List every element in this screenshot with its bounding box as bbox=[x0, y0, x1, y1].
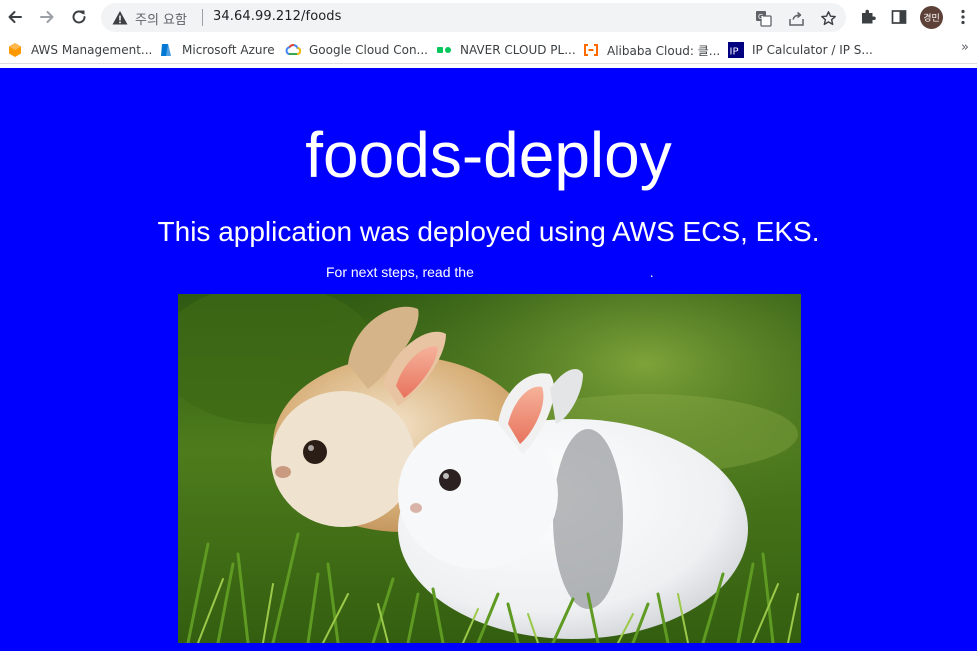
next-steps-suffix: . bbox=[649, 264, 654, 280]
profile-avatar[interactable]: 경민 bbox=[920, 6, 943, 29]
side-panel-icon bbox=[891, 10, 907, 24]
address-divider bbox=[202, 9, 203, 26]
star-icon bbox=[820, 10, 836, 25]
bookmark-naver-cloud[interactable]: NAVER CLOUD PL... bbox=[436, 40, 576, 60]
naver-cloud-icon bbox=[436, 42, 452, 58]
side-panel-button[interactable] bbox=[888, 6, 910, 28]
bookmark-label: Microsoft Azure bbox=[182, 43, 275, 57]
bookmark-azure[interactable]: Microsoft Azure bbox=[158, 40, 275, 60]
security-status-label[interactable]: 주의 요함 bbox=[135, 9, 187, 28]
svg-text:G: G bbox=[758, 13, 763, 21]
puzzle-icon bbox=[862, 9, 876, 24]
google-cloud-icon bbox=[285, 42, 301, 58]
next-steps-link[interactable] bbox=[478, 264, 650, 280]
share-icon bbox=[788, 11, 804, 26]
page-content: foods-deploy This application was deploy… bbox=[0, 68, 977, 651]
bookmark-aws[interactable]: AWS Management... bbox=[7, 40, 152, 60]
bookmark-google-cloud[interactable]: Google Cloud Con... bbox=[285, 40, 428, 60]
forward-button[interactable] bbox=[35, 5, 59, 29]
forward-arrow-icon bbox=[40, 11, 54, 23]
bookmark-alibaba-cloud[interactable]: Alibaba Cloud: 클... bbox=[583, 40, 720, 60]
bookmark-label: Google Cloud Con... bbox=[309, 43, 428, 57]
alibaba-cloud-icon bbox=[583, 42, 599, 58]
page-title: foods-deploy bbox=[305, 119, 672, 191]
browser-menu-button[interactable] bbox=[952, 6, 974, 28]
bookmark-label: NAVER CLOUD PL... bbox=[460, 43, 576, 57]
bookmark-label: AWS Management... bbox=[31, 43, 153, 57]
url-text[interactable]: 34.64.99.212/foods bbox=[213, 9, 342, 24]
bookmark-label: IP Calculator / IP S... bbox=[752, 43, 873, 57]
back-arrow-icon bbox=[8, 11, 22, 23]
bookmark-star-button[interactable] bbox=[818, 8, 838, 28]
reload-icon bbox=[72, 10, 86, 24]
share-button[interactable] bbox=[786, 8, 806, 28]
bookmarks-bar: AWS Management... Microsoft Azure Google… bbox=[0, 35, 977, 64]
address-bar[interactable]: 주의 요함 34.64.99.212/foods G bbox=[101, 3, 846, 32]
extensions-button[interactable] bbox=[857, 6, 879, 28]
svg-text:IP: IP bbox=[730, 47, 739, 58]
translate-icon: G bbox=[755, 10, 772, 27]
browser-toolbar: 주의 요함 34.64.99.212/foods G 경민 bbox=[0, 0, 977, 35]
translate-button[interactable]: G bbox=[753, 8, 773, 28]
ip-calculator-icon: IP bbox=[728, 42, 744, 58]
rabbits-photo bbox=[178, 294, 801, 643]
next-steps-text: For next steps, read the . bbox=[326, 264, 654, 280]
aws-icon bbox=[7, 42, 23, 58]
page-subtitle: This application was deployed using AWS … bbox=[157, 216, 820, 247]
warning-triangle-icon bbox=[112, 11, 128, 25]
bookmark-ip-calculator[interactable]: IP IP Calculator / IP S... bbox=[728, 40, 873, 60]
azure-icon bbox=[158, 42, 174, 58]
more-bookmarks-button[interactable]: » bbox=[961, 40, 969, 55]
bookmark-label: Alibaba Cloud: 클... bbox=[607, 43, 721, 58]
next-steps-prefix: For next steps, read the bbox=[326, 264, 474, 280]
reload-button[interactable] bbox=[67, 5, 91, 29]
kebab-menu-icon bbox=[961, 9, 965, 25]
back-button[interactable] bbox=[3, 5, 27, 29]
